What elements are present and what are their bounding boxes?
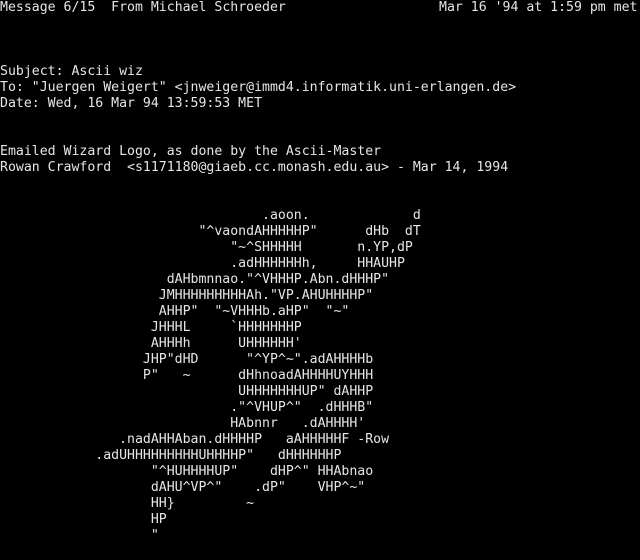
message-sender: From Michael Schroeder bbox=[111, 0, 286, 15]
message-position: Message 6/15 bbox=[0, 0, 96, 15]
body-author-line: Rowan Crawford <s1171180@giaeb.cc.monash… bbox=[0, 160, 509, 175]
body-intro-line: Emailed Wizard Logo, as done by the Asci… bbox=[0, 144, 382, 159]
to-header: To: "Juergen Weigert" <jnweiger@immd4.in… bbox=[0, 80, 517, 95]
date-header: Date: Wed, 16 Mar 94 13:59:53 MET bbox=[0, 96, 263, 111]
subject-header: Subject: Ascii wiz bbox=[0, 64, 143, 79]
message-date-status: Mar 16 '94 at 1:59 pm met bbox=[439, 0, 638, 15]
ascii-wizard-logo: .aoon. d "^vaondAHHHHHP" dHb dT "~^SHHHH… bbox=[95, 208, 421, 543]
status-bar-left: Message 6/15 From Michael Schroeder bbox=[0, 0, 286, 16]
